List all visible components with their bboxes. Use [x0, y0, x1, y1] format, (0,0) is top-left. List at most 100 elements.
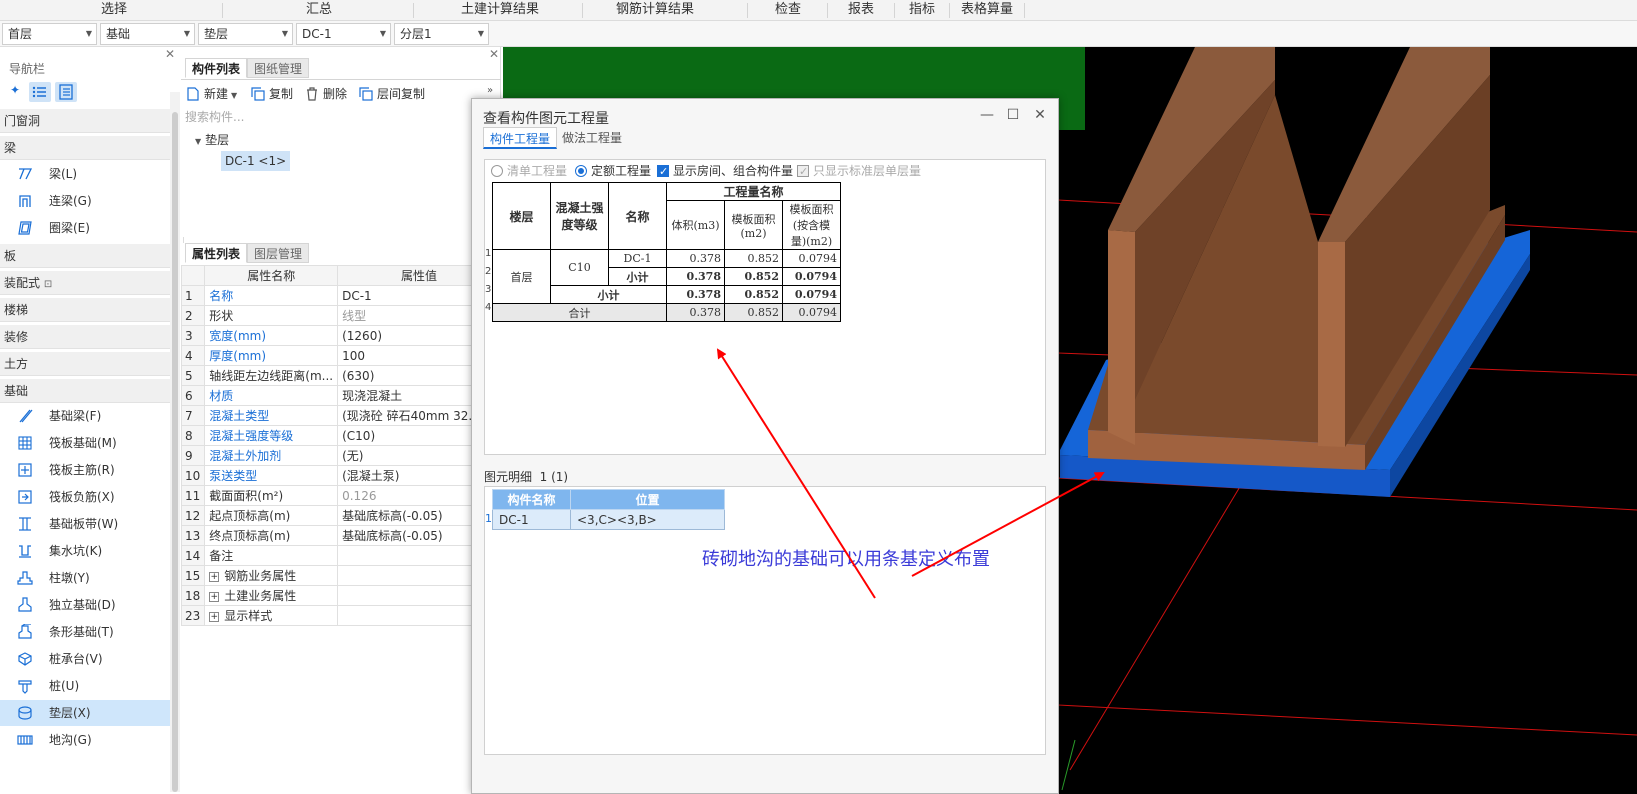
nav-group-earthwork[interactable]: 土方 — [0, 352, 170, 376]
nav-item-label: 连梁(G) — [49, 194, 92, 208]
nav-group-foundation[interactable]: 基础 — [0, 379, 170, 403]
expand-plus-icon[interactable]: + — [209, 591, 220, 602]
nav-group-door-window[interactable]: 门窗洞 — [0, 109, 170, 133]
property-row[interactable]: 2 形状 线型 — [180, 305, 501, 326]
component-select[interactable]: DC-1 ▼ — [296, 23, 391, 45]
list-view-icon[interactable] — [29, 82, 51, 102]
menu-check[interactable]: 检查 — [750, 0, 826, 20]
property-row[interactable]: 18 + 土建业务属性 — [180, 585, 501, 606]
property-row[interactable]: 5 轴线距左边线距离(m... (630) — [180, 365, 501, 386]
copy-button[interactable]: 复制 — [251, 85, 293, 103]
minimize-icon[interactable]: — — [978, 106, 996, 124]
menu-rebar-results[interactable]: 钢筋计算结果 — [585, 0, 725, 20]
tab-component-list[interactable]: 构件列表 — [185, 58, 248, 78]
nav-group-slab[interactable]: 板 — [0, 244, 170, 268]
layer-select[interactable]: 分层1 ▼ — [394, 23, 489, 45]
nav-group-stairs[interactable]: 楼梯 — [0, 298, 170, 322]
tree-node-dc1[interactable]: DC-1 <1> — [221, 151, 291, 171]
property-row[interactable]: 15 + 钢筋业务属性 — [180, 565, 501, 586]
property-row[interactable]: 23 + 显示样式 — [180, 605, 501, 626]
standard-floor-checkbox[interactable]: ✓ 只显示标准层单层量 — [797, 162, 921, 180]
nav-item-column-pier[interactable]: 柱墩(Y) — [0, 565, 170, 591]
nav-item-isolated-foundation[interactable]: 独立基础(D) — [0, 592, 170, 618]
menu-table-quantity[interactable]: 表格算量 — [952, 0, 1022, 20]
close-icon[interactable]: ✕ — [489, 47, 499, 61]
table-row[interactable]: DC-1 <3,C><3,B> — [492, 509, 725, 530]
menu-index[interactable]: 指标 — [896, 0, 948, 20]
nav-item-pile-cap[interactable]: 桩承台(V) — [0, 646, 170, 672]
element-detail-header: 图元明细 1 (1) — [484, 468, 568, 485]
nav-group-prefab[interactable]: 装配式 ⊡ — [0, 271, 170, 295]
menu-summary[interactable]: 汇总 — [265, 0, 373, 20]
property-row[interactable]: 7 混凝土类型 (现浇砼 碎石40mm 32.5) — [180, 405, 501, 426]
nav-scrollbar[interactable] — [170, 92, 180, 792]
property-row[interactable]: 14 备注 — [180, 545, 501, 566]
maximize-icon[interactable]: ☐ — [1004, 106, 1022, 124]
nav-item-raft-main-rebar[interactable]: 筏板主筋(R) — [0, 457, 170, 483]
property-row[interactable]: 1 名称 DC-1 — [180, 285, 501, 306]
component-search-input[interactable]: 搜索构件... — [185, 108, 497, 126]
nav-item-raft-negative-rebar[interactable]: 筏板负筋(X) — [0, 484, 170, 510]
menu-select[interactable]: 选择 — [60, 0, 168, 20]
property-row[interactable]: 12 起点顶标高(m) 基础底标高(-0.05) — [180, 505, 501, 526]
new-button[interactable]: 新建 ▼ — [186, 85, 237, 103]
property-row[interactable]: 3 宽度(mm) (1260) — [180, 325, 501, 346]
menu-civil-results[interactable]: 土建计算结果 — [430, 0, 570, 20]
raft-foundation-icon — [18, 436, 32, 450]
tab-property-list[interactable]: 属性列表 — [185, 243, 248, 263]
row-number: 2 — [485, 266, 492, 277]
property-row[interactable]: 8 混凝土强度等级 (C10) — [180, 425, 501, 446]
nav-group-beam[interactable]: 梁 — [0, 136, 170, 160]
scroll-thumb[interactable] — [172, 112, 178, 792]
trench-right-wall-front — [1318, 242, 1345, 447]
bill-quantity-radio[interactable]: 清单工程量 — [491, 162, 567, 180]
raft-main-rebar-icon — [18, 463, 32, 477]
property-row[interactable]: 11 截面面积(m²) 0.126 — [180, 485, 501, 506]
option-label: 清单工程量 — [507, 164, 568, 178]
expand-plus-icon[interactable]: + — [209, 611, 220, 622]
nav-item-foundation-beam[interactable]: 基础梁(F) — [0, 403, 170, 429]
nav-item-sump-pit[interactable]: 集水坑(K) — [0, 538, 170, 564]
tab-drawing-management[interactable]: 图纸管理 — [247, 58, 310, 78]
num-header — [180, 265, 206, 286]
expand-icon: ▼ — [195, 137, 202, 146]
nav-item-coupling-beam[interactable]: 连梁(G) — [0, 188, 170, 214]
close-icon[interactable]: ✕ — [1031, 106, 1049, 124]
nav-item-pile[interactable]: 桩(U) — [0, 673, 170, 699]
table-header-row: 楼层 混凝土强度等级 名称 工程量名称 — [492, 182, 841, 250]
pin-icon[interactable]: ✦ — [6, 83, 24, 101]
category-select[interactable]: 基础 ▼ — [100, 23, 195, 45]
property-row[interactable]: 6 材质 现浇混凝土 — [180, 385, 501, 406]
expand-plus-icon[interactable]: + — [209, 571, 220, 582]
chevron-down-icon: ▼ — [379, 29, 386, 38]
property-row[interactable]: 13 终点顶标高(m) 基础底标高(-0.05) — [180, 525, 501, 546]
more-icon[interactable]: » — [487, 85, 493, 96]
show-room-checkbox[interactable]: ✓ 显示房间、组合构件量 — [657, 162, 793, 180]
formwork-cell: 0.852 — [724, 303, 783, 322]
nav-item-foundation-strip[interactable]: 基础板带(W) — [0, 511, 170, 537]
nav-item-beam[interactable]: 梁(L) — [0, 161, 170, 187]
tab-method-quantity[interactable]: 做法工程量 — [556, 127, 628, 149]
menu-report[interactable]: 报表 — [830, 0, 892, 20]
nav-item-ring-beam[interactable]: 圈梁(E) — [0, 215, 170, 241]
quota-quantity-radio[interactable]: 定额工程量 — [575, 162, 651, 180]
tab-component-quantity[interactable]: 构件工程量 — [483, 127, 558, 149]
floor-copy-button[interactable]: 层间复制 — [359, 85, 425, 103]
delete-button[interactable]: 删除 — [305, 85, 347, 103]
nav-item-cushion-layer[interactable]: 垫层(X) — [0, 700, 170, 726]
nav-item-strip-foundation[interactable]: 条形基础(T) — [0, 619, 170, 645]
nav-item-trench[interactable]: 地沟(G) — [0, 727, 170, 753]
tree-node-cushion[interactable]: ▼ 垫层 — [195, 131, 229, 148]
floor-select[interactable]: 首层 ▼ — [2, 23, 97, 45]
copy-label: 复制 — [269, 87, 294, 101]
detail-view-icon[interactable] — [55, 82, 77, 102]
property-row[interactable]: 4 厚度(mm) 100 — [180, 345, 501, 366]
type-select[interactable]: 垫层 ▼ — [198, 23, 293, 45]
property-row[interactable]: 9 混凝土外加剂 (无) — [180, 445, 501, 466]
nav-item-raft-foundation[interactable]: 筏板基础(M) — [0, 430, 170, 456]
tab-layer-management[interactable]: 图层管理 — [247, 243, 310, 263]
volume-cell: 0.378 — [666, 303, 725, 322]
close-icon[interactable]: ✕ — [165, 47, 175, 61]
property-row[interactable]: 10 泵送类型 (混凝土泵) — [180, 465, 501, 486]
nav-group-decoration[interactable]: 装修 — [0, 325, 170, 349]
